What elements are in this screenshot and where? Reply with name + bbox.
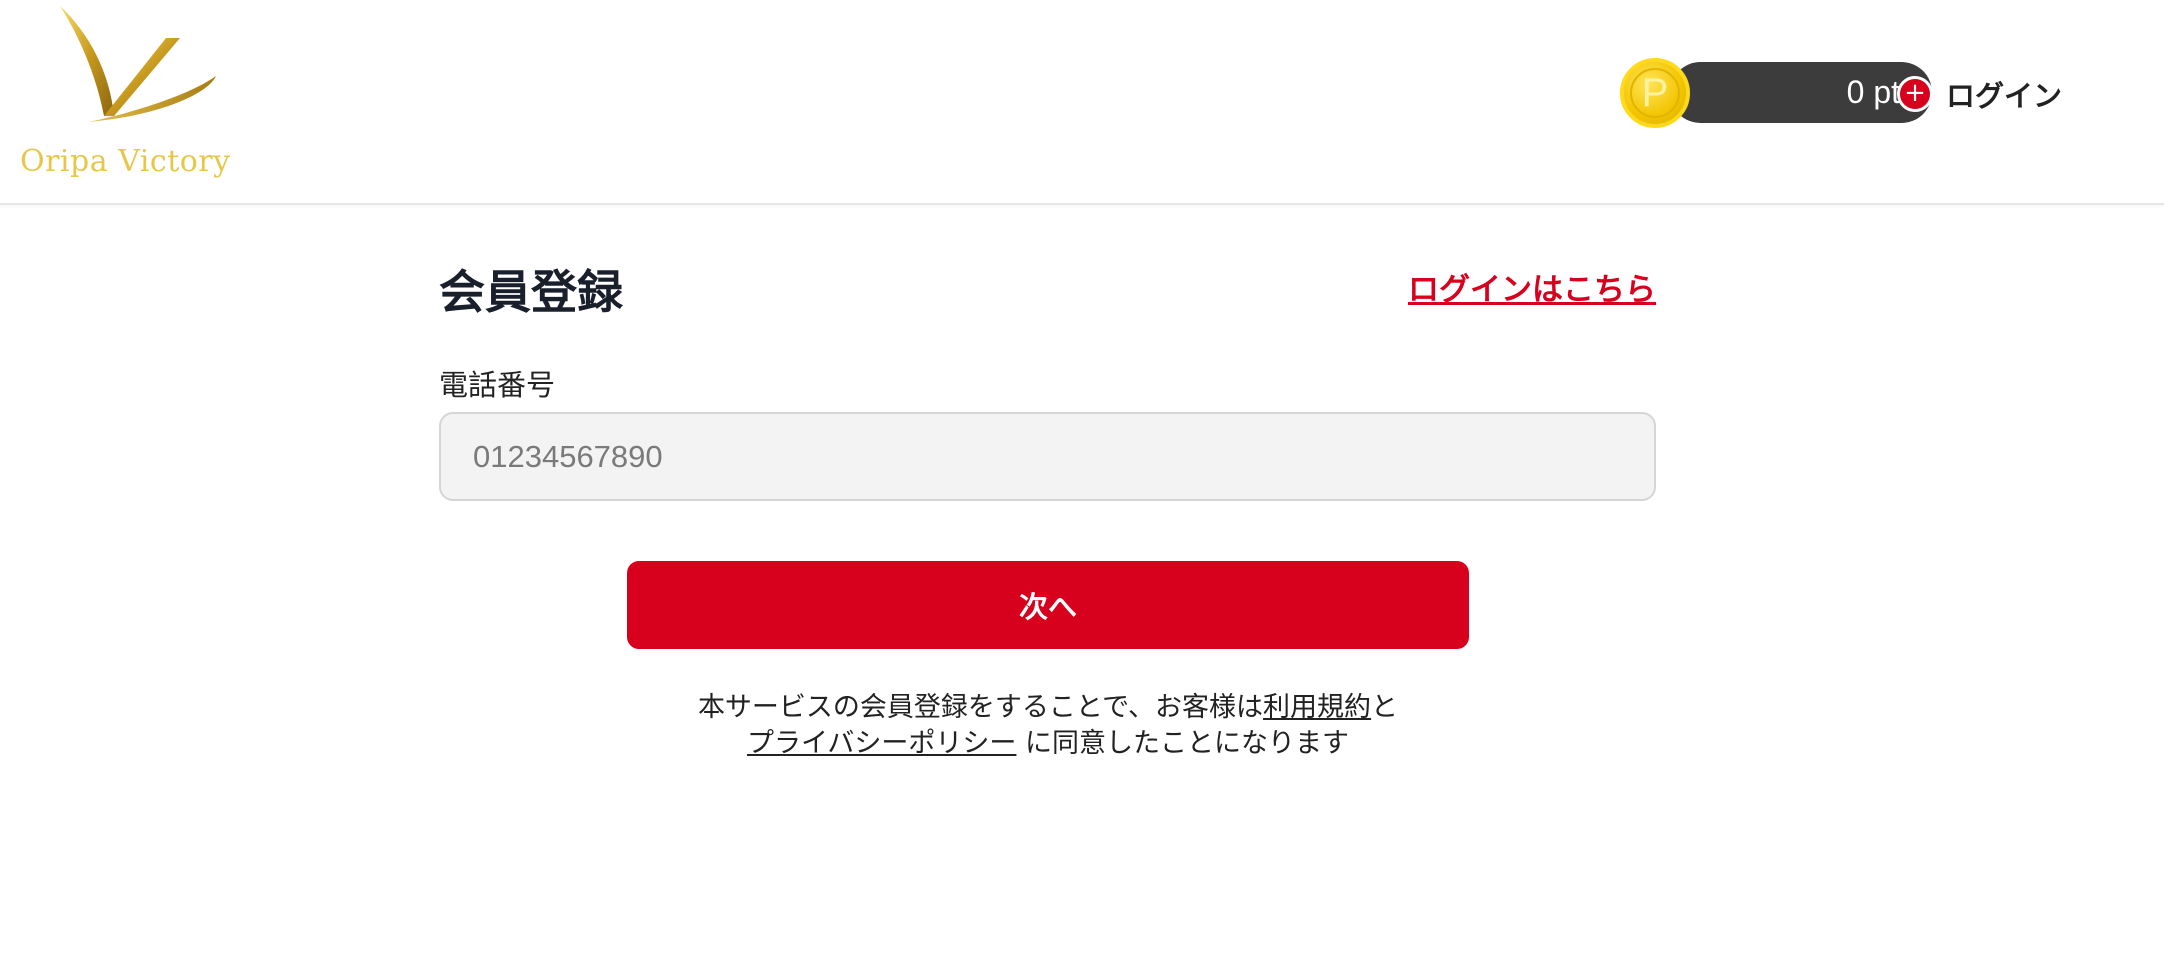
page-title: 会員登録: [439, 265, 623, 319]
login-here-link[interactable]: ログインはこちら: [1408, 264, 1656, 309]
phone-label: 電話番号: [439, 368, 556, 402]
terms-prefix: 本サービスの会員登録をすることで、お客様は: [697, 692, 1264, 723]
logo[interactable]: Oripa Victory: [18, 4, 231, 184]
logo-v-icon: [60, 6, 216, 122]
terms-connector: と: [1371, 692, 1399, 723]
header-login-link[interactable]: ログイン: [1946, 73, 2062, 115]
coin-letter: P: [1630, 68, 1680, 118]
terms-notice: 本サービスの会員登録をすることで、お客様は利用規約とプライバシーポリシー に同意…: [687, 690, 1409, 762]
add-points-button[interactable]: +: [1897, 76, 1933, 112]
next-button[interactable]: 次へ: [627, 561, 1469, 649]
privacy-policy-link[interactable]: プライバシーポリシー: [747, 728, 1016, 759]
coin-icon: P: [1620, 58, 1690, 128]
points-balance: 0 pt P: [1620, 58, 1932, 128]
terms-of-service-link[interactable]: 利用規約: [1263, 692, 1371, 723]
phone-input[interactable]: [439, 412, 1656, 501]
points-pill: 0 pt: [1670, 62, 1932, 123]
logo-text: Oripa Victory: [20, 144, 231, 179]
points-value: 0 pt: [1846, 74, 1900, 110]
terms-suffix: に同意したことになります: [1016, 728, 1350, 759]
site-header: Oripa Victory 0 pt P + ログイン: [0, 0, 2164, 205]
